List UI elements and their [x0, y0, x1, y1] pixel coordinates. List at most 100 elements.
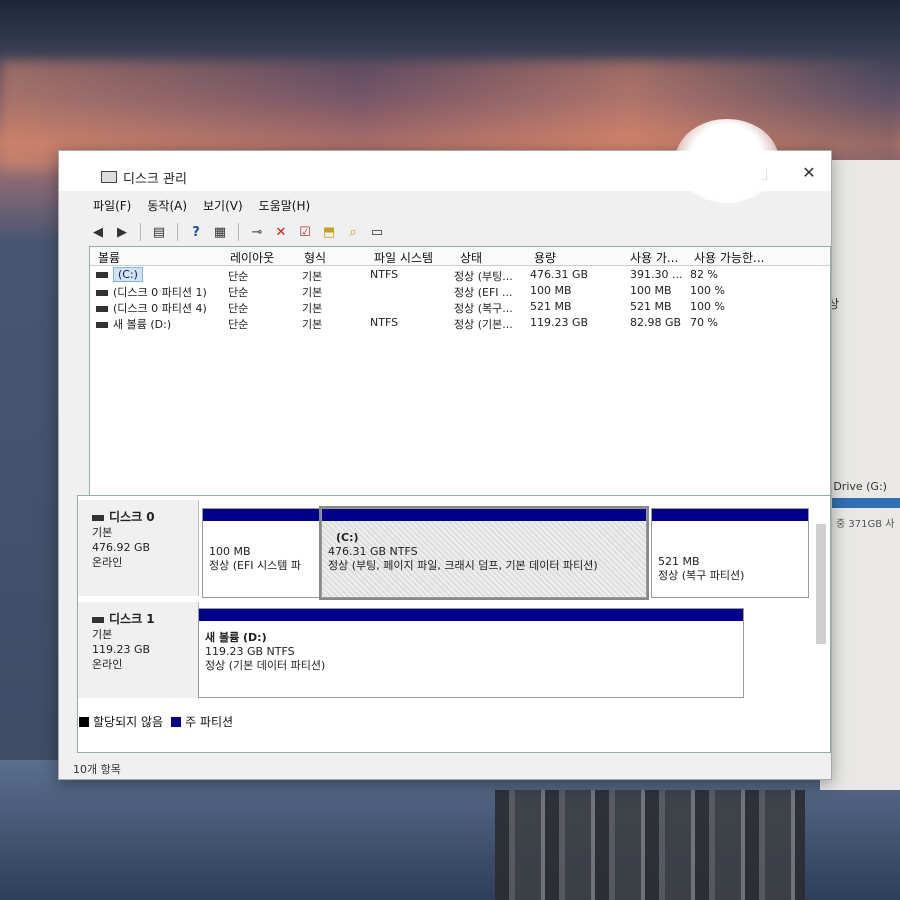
primary-partition-bar — [322, 509, 646, 521]
partition-efi-size: 100 MB — [209, 545, 251, 558]
volume-name: (디스크 0 파티션 1) — [113, 286, 207, 299]
menu-view[interactable]: 보기(V) — [203, 197, 243, 217]
volume-cell-capacity: 521 MB — [530, 300, 572, 313]
volume-cell-name: (C:) — [96, 267, 143, 282]
disk-0-label[interactable]: 디스크 0 기본 476.92 GB 온라인 — [78, 500, 199, 596]
volume-list[interactable]: 볼륨 레이아웃 형식 파일 시스템 상태 용량 사용 가... 사용 가능한..… — [89, 246, 831, 504]
partition-d-text: 새 볼륨 (D:) 119.23 GB NTFS 정상 (기본 데이터 파티션) — [205, 631, 325, 673]
volume-cell-layout: 단순 — [228, 270, 249, 283]
volume-cell-type: 기본 — [302, 318, 323, 331]
help-icon[interactable]: ? — [187, 223, 205, 241]
column-header-filesystem[interactable]: 파일 시스템 — [374, 249, 433, 266]
console-tree-icon[interactable]: ▤ — [150, 223, 168, 241]
volume-icon — [96, 272, 108, 278]
volume-cell-filesystem: NTFS — [370, 268, 399, 281]
close-button[interactable]: ✕ — [789, 159, 829, 187]
partition-d-title: 새 볼륨 (D:) — [205, 631, 267, 644]
disk-0-name-row: 디스크 0 — [92, 510, 198, 525]
disk-management-icon — [101, 171, 117, 183]
partition-d-size: 119.23 GB NTFS — [205, 645, 295, 658]
column-header-free-space[interactable]: 사용 가... — [630, 249, 678, 266]
column-header-percent-free[interactable]: 사용 가능한... — [694, 249, 764, 266]
volume-name: 새 볼륨 (D:) — [113, 318, 172, 331]
partition-recovery-text: 521 MB 정상 (복구 파티션) — [658, 555, 744, 583]
volume-icon — [96, 306, 108, 312]
disk-0-type: 기본 — [92, 526, 113, 539]
volume-row[interactable]: (C:) 단순 기본 NTFS 정상 (부팅... 476.31 GB 391.… — [90, 267, 830, 283]
volume-cell-percent: 100 % — [690, 300, 725, 313]
volume-name: (C:) — [113, 267, 143, 282]
unallocated-swatch — [79, 716, 89, 727]
volume-cell-status: 정상 (기본... — [454, 318, 513, 331]
partition-d-status: 정상 (기본 데이터 파티션) — [205, 659, 326, 672]
volume-row[interactable]: (디스크 0 파티션 4) 단순 기본 정상 (복구... 521 MB 521… — [90, 299, 830, 315]
partition-c-text: (C:) 476.31 GB NTFS 정상 (부팅, 페이지 파일, 크래시 … — [328, 531, 598, 573]
partition-c-title: (C:) — [336, 531, 359, 544]
connect-icon[interactable]: ⊸ — [248, 223, 266, 241]
menu-file[interactable]: 파일(F) — [93, 197, 131, 217]
rescan-icon[interactable]: ▭ — [368, 223, 386, 241]
disk-1-status: 온라인 — [92, 658, 123, 671]
disk-1-type: 기본 — [92, 628, 113, 641]
volume-cell-layout: 단순 — [228, 302, 249, 315]
volume-cell-percent: 100 % — [690, 284, 725, 297]
menu-action[interactable]: 동작(A) — [147, 197, 187, 217]
volume-cell-capacity: 119.23 GB — [530, 316, 589, 329]
legend: 할당되지 않음 주 파티션 — [79, 713, 233, 730]
volume-cell-free: 391.30 ... — [630, 268, 683, 281]
volume-cell-percent: 82 % — [690, 268, 718, 281]
toolbar-separator — [238, 223, 239, 241]
menu-help[interactable]: 도움말(H) — [259, 197, 311, 217]
properties-icon[interactable]: ▦ — [211, 223, 229, 241]
partition-efi-status: 정상 (EFI 시스템 파 — [209, 559, 302, 572]
volume-cell-free: 521 MB — [630, 300, 672, 313]
screen-glare — [675, 119, 779, 203]
volume-cell-capacity: 476.31 GB — [530, 268, 589, 281]
partition-c[interactable]: (C:) 476.31 GB NTFS 정상 (부팅, 페이지 파일, 크래시 … — [319, 506, 649, 600]
background-drive-usage-text: B 중 371GB 사 — [826, 519, 895, 530]
volume-list-header: 볼륨 레이아웃 형식 파일 시스템 상태 용량 사용 가... 사용 가능한..… — [90, 247, 830, 266]
check-icon[interactable]: ☑ — [296, 223, 314, 241]
volume-icon — [96, 290, 108, 296]
column-header-type[interactable]: 형식 — [304, 249, 326, 266]
volume-cell-layout: 단순 — [228, 318, 249, 331]
forward-arrow-icon[interactable]: ▶ — [113, 223, 131, 241]
delete-icon[interactable]: ✕ — [272, 223, 290, 241]
partition-c-status: 정상 (부팅, 페이지 파일, 크래시 덤프, 기본 데이터 파티션) — [328, 559, 598, 572]
column-header-volume[interactable]: 볼륨 — [98, 249, 120, 266]
partition-efi-text: 100 MB 정상 (EFI 시스템 파 — [209, 545, 301, 573]
volume-cell-type: 기본 — [302, 302, 323, 315]
partition-d[interactable]: 새 볼륨 (D:) 119.23 GB NTFS 정상 (기본 데이터 파티션) — [198, 608, 744, 698]
toolbar-separator — [177, 223, 178, 241]
volume-icon — [96, 322, 108, 328]
volume-cell-status: 정상 (EFI ... — [454, 286, 513, 299]
window-title: 디스크 관리 — [123, 172, 187, 187]
legend-primary: 주 파티션 — [185, 715, 234, 729]
volume-cell-name: (디스크 0 파티션 1) — [96, 284, 207, 300]
volume-name: (디스크 0 파티션 4) — [113, 302, 207, 315]
disk-0-status: 온라인 — [92, 556, 123, 569]
column-header-status[interactable]: 상태 — [460, 249, 482, 266]
volume-cell-filesystem: NTFS — [370, 316, 399, 329]
volume-cell-percent: 70 % — [690, 316, 718, 329]
vertical-scrollbar[interactable] — [816, 524, 826, 644]
legend-unallocated: 할당되지 않음 — [93, 715, 164, 729]
disk-1-size: 119.23 GB — [92, 643, 151, 656]
column-header-layout[interactable]: 레이아웃 — [230, 249, 274, 266]
disk-1-label[interactable]: 디스크 1 기본 119.23 GB 온라인 — [78, 602, 199, 698]
partition-efi[interactable]: 100 MB 정상 (EFI 시스템 파 — [202, 508, 320, 598]
refresh-icon[interactable]: ⬒ — [320, 223, 338, 241]
back-arrow-icon[interactable]: ◀ — [89, 223, 107, 241]
disk-0-name: 디스크 0 — [109, 510, 155, 524]
title-bar[interactable]: 디스크 관리 □ ✕ — [59, 119, 831, 203]
search-icon[interactable]: ⌕ — [344, 223, 362, 241]
desktop-wallpaper-pier — [495, 790, 805, 900]
column-header-capacity[interactable]: 용량 — [534, 249, 556, 266]
volume-cell-name: 새 볼륨 (D:) — [96, 316, 171, 332]
volume-row[interactable]: (디스크 0 파티션 1) 단순 기본 정상 (EFI ... 100 MB 1… — [90, 283, 830, 299]
partition-recovery[interactable]: 521 MB 정상 (복구 파티션) — [651, 508, 809, 598]
disk-1-name: 디스크 1 — [109, 612, 155, 626]
toolbar: ◀ ▶ ▤ ? ▦ ⊸ ✕ ☑ ⬒ ⌕ ▭ — [89, 219, 829, 245]
volume-row[interactable]: 새 볼륨 (D:) 단순 기본 NTFS 정상 (기본... 119.23 GB… — [90, 315, 830, 331]
background-window[interactable]: 상 le Drive (G:) B 중 371GB 사 — [820, 160, 900, 790]
